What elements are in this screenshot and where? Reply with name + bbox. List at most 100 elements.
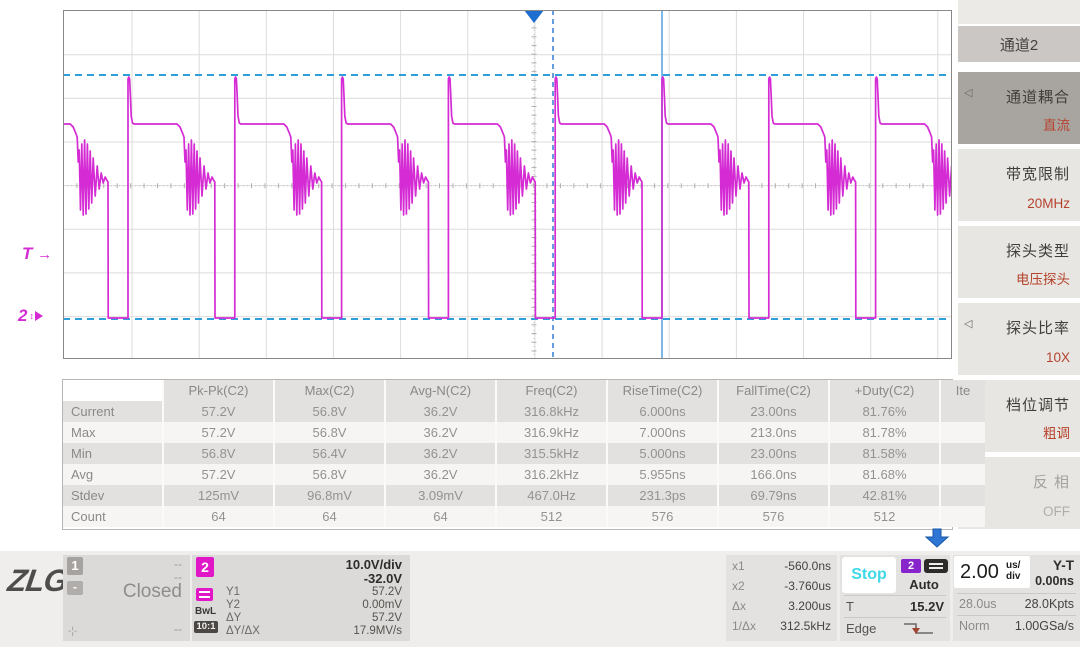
table-cell: 56.8V <box>274 401 385 422</box>
menu-item-label: 探头比率 <box>1006 317 1070 338</box>
up-down-arrow-icon: ↕ <box>29 311 34 321</box>
table-cell: 36.2V <box>385 422 496 443</box>
table-cell: 64 <box>163 506 274 527</box>
channel2-trace <box>63 77 952 318</box>
table-cell: 576 <box>607 506 718 527</box>
scroll-down-arrow-icon[interactable] <box>924 528 950 553</box>
inverse-delta-x-value: 312.5kHz <box>780 619 831 633</box>
delta-x-value: 3.200us <box>788 599 831 613</box>
trigger-level-marker[interactable]: T → <box>22 244 52 264</box>
table-cell: 57.2V <box>163 401 274 422</box>
menu-item-value: 20MHz <box>1027 196 1070 211</box>
table-header-cell: Max(C2) <box>274 380 385 401</box>
table-header-cell: FallTime(C2) <box>718 380 829 401</box>
menu-item-value: 电压探头 <box>1016 268 1070 288</box>
table-row: Max57.2V56.8V36.2V316.9kHz7.000ns213.0ns… <box>63 422 985 443</box>
table-cell: 213.0ns <box>718 422 829 443</box>
cursor-x1-label: x1 <box>732 559 745 573</box>
horizontal-delay: 0.00ns <box>1035 574 1074 588</box>
cursor-y1-value: 57.2V <box>372 586 402 598</box>
table-cell: 42.81% <box>829 485 940 506</box>
scope-graticule <box>63 10 952 359</box>
cursor-readout-block[interactable]: x1-560.0ns x2-3.760us Δx3.200us 1/Δx312.… <box>726 555 837 641</box>
menu-item-coupling[interactable]: ◁ 通道耦合 直流 <box>958 72 1080 144</box>
menu-item-label: 档位调节 <box>1006 394 1070 415</box>
table-cell: 166.0ns <box>718 464 829 485</box>
channel1-minus-badge: - <box>67 581 83 595</box>
table-header-cell: Ite <box>940 380 985 401</box>
slope-value: 17.9MV/s <box>353 625 402 637</box>
timebase-status-block[interactable]: 2.00 us/ div Y-T 0.00ns 28.0us28.0Kpts N… <box>953 555 1080 641</box>
bandwidth-limit-badge: BwL <box>195 606 216 617</box>
channel1-value: -- <box>174 557 182 571</box>
table-cell: 316.9kHz <box>496 422 607 443</box>
table-cell: 125mV <box>163 485 274 506</box>
table-cell: 81.58% <box>829 443 940 464</box>
run-stop-indicator[interactable]: Stop <box>842 557 896 593</box>
table-cell: 57.2V <box>163 464 274 485</box>
table-cell: 316.2kHz <box>496 464 607 485</box>
table-header-cell: Freq(C2) <box>496 380 607 401</box>
table-row-label: Avg <box>63 464 163 485</box>
timebase-scale-unit: us/ div <box>1006 560 1020 582</box>
display-mode: Y-T <box>1053 558 1074 573</box>
table-cell: 316.8kHz <box>496 401 607 422</box>
channel1-state: Closed <box>123 581 182 603</box>
table-header-row: Pk-Pk(C2)Max(C2)Avg-N(C2)Freq(C2)RiseTim… <box>63 380 985 401</box>
table-cell: 69.79ns <box>718 485 829 506</box>
table-row-label: Count <box>63 506 163 527</box>
menu-item-value: 10X <box>1046 350 1070 365</box>
acquire-mode: Norm <box>959 619 990 633</box>
channel1-coupling-indicator: -¦- <box>68 626 77 637</box>
capture-window: 28.0us <box>959 597 997 611</box>
table-cell: 5.000ns <box>607 443 718 464</box>
table-row-label: Current <box>63 401 163 422</box>
table-cell: 96.8mV <box>274 485 385 506</box>
timebase-scale-box[interactable]: 2.00 us/ div <box>954 556 1030 588</box>
menu-item-value: OFF <box>1043 504 1070 519</box>
cursor-x1-value: -560.0ns <box>784 559 831 573</box>
table-cell: 36.2V <box>385 401 496 422</box>
channel1-footer: -- <box>174 622 182 636</box>
probe-ratio-badge: 10:1 <box>194 621 218 633</box>
chevron-left-icon: ◁ <box>964 317 972 330</box>
menu-top-strip <box>958 0 1080 24</box>
table-header-cell <box>63 380 163 401</box>
cursor-y1-label: Y1 <box>226 586 240 598</box>
menu-item-bandwidth[interactable]: 带宽限制 20MHz <box>958 149 1080 221</box>
trigger-status-block[interactable]: Stop 2 Auto T 15.2V Edge <box>840 555 950 641</box>
menu-item-label: 通道耦合 <box>1006 86 1070 107</box>
trigger-position-icon[interactable] <box>524 10 544 23</box>
channel2-ground-marker[interactable]: 2 ↕ <box>18 306 43 326</box>
channel1-badge: 1 <box>67 557 83 575</box>
channel2-trace-icon <box>196 588 213 601</box>
delta-y-label: ΔY <box>226 612 241 624</box>
table-cell: 3.09mV <box>385 485 496 506</box>
table-cell: 467.0Hz <box>496 485 607 506</box>
channel2-offset: -32.0V <box>364 571 402 586</box>
slope-label: ΔY/ΔX <box>226 625 260 637</box>
menu-item-probe-ratio[interactable]: ◁ 探头比率 10X <box>958 303 1080 375</box>
table-cell: 56.8V <box>274 422 385 443</box>
table-cell: 7.000ns <box>607 422 718 443</box>
delta-x-label: Δx <box>732 599 746 613</box>
channel1-status-block[interactable]: 1 - -- -- Closed -- -¦- <box>63 555 190 641</box>
table-row: Avg57.2V56.8V36.2V316.2kHz5.955ns166.0ns… <box>63 464 985 485</box>
channel2-badge: 2 <box>196 557 214 577</box>
table-cell: 512 <box>829 506 940 527</box>
table-row-label: Min <box>63 443 163 464</box>
waveform-display[interactable] <box>63 10 952 359</box>
menu-item-probe-type[interactable]: 探头类型 电压探头 <box>958 226 1080 298</box>
table-row: Min56.8V56.4V36.2V315.5kHz5.000ns23.00ns… <box>63 443 985 464</box>
timebase-scale-value: 2.00 <box>960 561 999 584</box>
cursor-y2-label: Y2 <box>226 599 240 611</box>
table-cell <box>940 464 985 485</box>
table-cell: 315.5kHz <box>496 443 607 464</box>
table-row: Stdev125mV96.8mV3.09mV467.0Hz231.3ps69.7… <box>63 485 985 506</box>
menu-item-label: 带宽限制 <box>1006 163 1070 184</box>
channel2-status-block[interactable]: 2 10.0V/div -32.0V BwL 10:1 Y157.2V Y20.… <box>192 555 410 641</box>
table-cell: 81.78% <box>829 422 940 443</box>
table-cell <box>940 401 985 422</box>
table-cell: 64 <box>385 506 496 527</box>
table-cell: 57.2V <box>163 422 274 443</box>
